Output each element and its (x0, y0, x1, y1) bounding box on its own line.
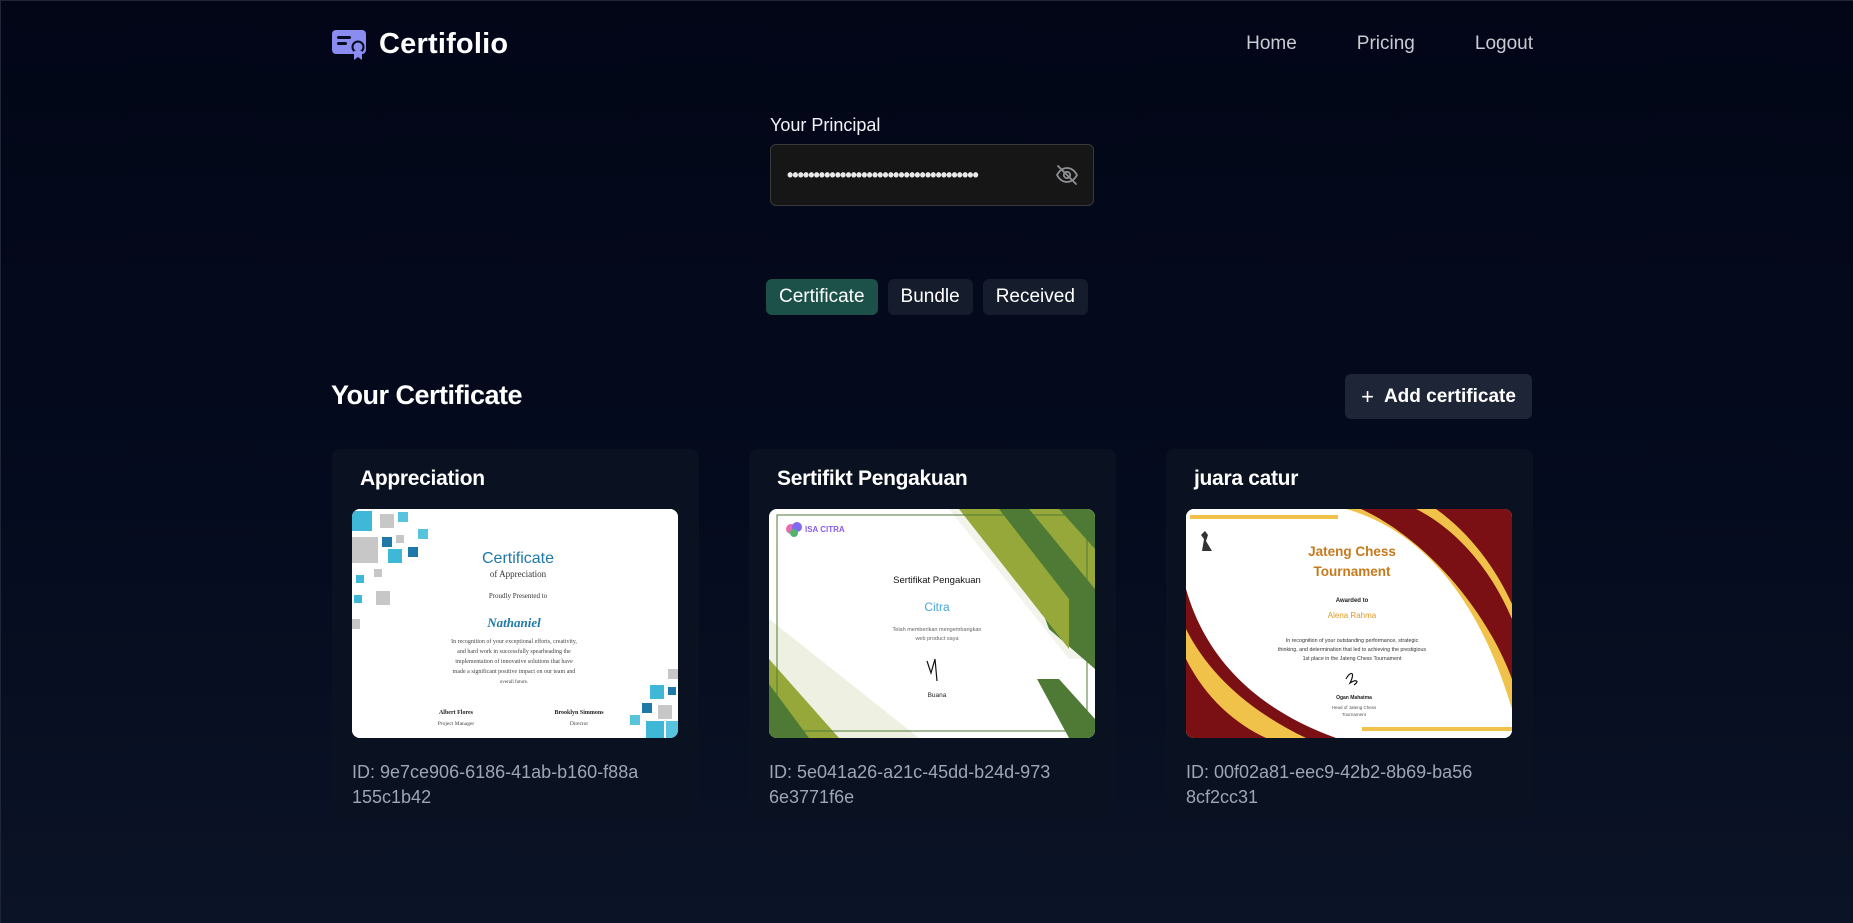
thumb-signer-role: Tournament (1342, 712, 1367, 717)
certificate-thumbnail[interactable]: Jateng Chess Tournament Awarded to Alena… (1186, 509, 1512, 738)
thumb-body-line: implementation of innovative solutions t… (455, 658, 573, 665)
app-frame: Certifolio Home Pricing Logout Your Prin… (0, 0, 1853, 923)
certificate-title: Appreciation (360, 467, 485, 490)
view-tabs: Certificate Bundle Received (766, 279, 1088, 315)
eye-off-icon[interactable] (1055, 163, 1079, 187)
thumb-recipient: Nathaniel (486, 615, 541, 630)
certificate-title: juara catur (1194, 467, 1299, 490)
thumb-brand: ISA CITRA (805, 525, 845, 534)
app-name: Certifolio (379, 27, 509, 60)
thumb-signer-role: Project Manager (438, 721, 475, 727)
brand[interactable]: Certifolio (331, 27, 508, 61)
thumb-heading: Sertifikat Pengakuan (893, 575, 981, 586)
thumb-body-line: overall future. (500, 680, 528, 685)
thumb-body-line: In recognition of your exceptional effor… (451, 638, 577, 645)
thumb-presented: Proudly Presented to (489, 592, 548, 600)
thumb-signer-role: Head of Jateng Chess (1332, 705, 1377, 710)
certificate-grid: Appreciation Certificate of Appreciation… (332, 449, 1533, 819)
thumb-heading: Certificate (482, 550, 554, 567)
certificate-card[interactable]: Sertifikt Pengakuan ISA CITRA Sertifikat… (749, 449, 1116, 819)
principal-field[interactable]: •••••••••••••••••••••••••••••••••••• (770, 144, 1094, 206)
certificate-preview-pengakuan: ISA CITRA Sertifikat Pengakuan Citra Tel… (769, 509, 1095, 738)
certificate-thumbnail[interactable]: ISA CITRA Sertifikat Pengakuan Citra Tel… (769, 509, 1095, 738)
thumb-recipient: Citra (924, 600, 950, 614)
certificate-thumbnail[interactable]: Certificate of Appreciation Proudly Pres… (352, 509, 678, 738)
nav-home-link[interactable]: Home (1246, 33, 1297, 55)
thumb-signer-name: Brooklyn Simmons (554, 710, 604, 716)
add-certificate-button[interactable]: + Add certificate (1345, 374, 1532, 419)
certificate-card[interactable]: juara catur Jateng Chess Tournament Awar… (1166, 449, 1533, 819)
thumb-subheading: of Appreciation (490, 569, 547, 579)
thumb-awarded: Awarded to (1336, 598, 1369, 604)
add-certificate-label: Add certificate (1383, 385, 1516, 407)
certificate-preview-appreciation: Certificate of Appreciation Proudly Pres… (352, 509, 678, 738)
certificate-id: ID: 5e041a26-a21c-45dd-b24d-9736e3771f6e (769, 762, 1051, 807)
principal-section: Your Principal •••••••••••••••••••••••••… (770, 115, 1094, 206)
certificate-card[interactable]: Appreciation Certificate of Appreciation… (332, 449, 699, 819)
thumb-body-line: web product saya (914, 636, 959, 642)
thumb-body-line: and hard work in successfully spearheadi… (457, 648, 571, 655)
thumb-heading: Jateng Chess (1308, 544, 1396, 559)
thumb-body-line: Telah memberikan mengembangkan (893, 627, 982, 633)
thumb-signer-role: Director (570, 721, 588, 727)
certificate-title: Sertifikt Pengakuan (777, 467, 968, 490)
certificate-id: ID: 00f02a81-eec9-42b2-8b69-ba568cf2cc31 (1186, 762, 1473, 807)
nav-pricing-link[interactable]: Pricing (1357, 33, 1415, 55)
certificate-preview-chess: Jateng Chess Tournament Awarded to Alena… (1186, 509, 1512, 738)
tab-received[interactable]: Received (982, 279, 1088, 315)
thumb-signer-name: Albert Flores (439, 710, 474, 716)
thumb-body-line: made a significant positive impact on ou… (453, 668, 576, 675)
nav-logout-link[interactable]: Logout (1475, 33, 1533, 55)
thumb-body-line: In recognition of your outstanding perfo… (1286, 638, 1419, 644)
top-navbar: Certifolio Home Pricing Logout (331, 19, 1533, 69)
plus-icon: + (1361, 383, 1374, 409)
main-nav: Home Pricing Logout (1246, 33, 1533, 55)
tab-bundle[interactable]: Bundle (887, 279, 973, 315)
tab-certificate[interactable]: Certificate (766, 279, 878, 315)
thumb-body-line: 1st place in the Jateng Chess Tournament (1303, 656, 1402, 662)
thumb-signer: Buana (928, 692, 947, 699)
thumb-heading: Tournament (1314, 564, 1392, 579)
thumb-recipient: Alena Rahma (1328, 611, 1377, 620)
section-title: Your Certificate (331, 380, 523, 410)
certificate-id: ID: 9e7ce906-6186-41ab-b160-f88a155c1b42 (352, 762, 639, 807)
certificate-icon (332, 30, 366, 60)
principal-masked-value: •••••••••••••••••••••••••••••••••••• (787, 164, 979, 185)
principal-label: Your Principal (770, 115, 881, 135)
thumb-body-line: thinking, and determination that led to … (1278, 647, 1426, 653)
thumb-signer: Ogan Mahatma (1336, 695, 1372, 701)
